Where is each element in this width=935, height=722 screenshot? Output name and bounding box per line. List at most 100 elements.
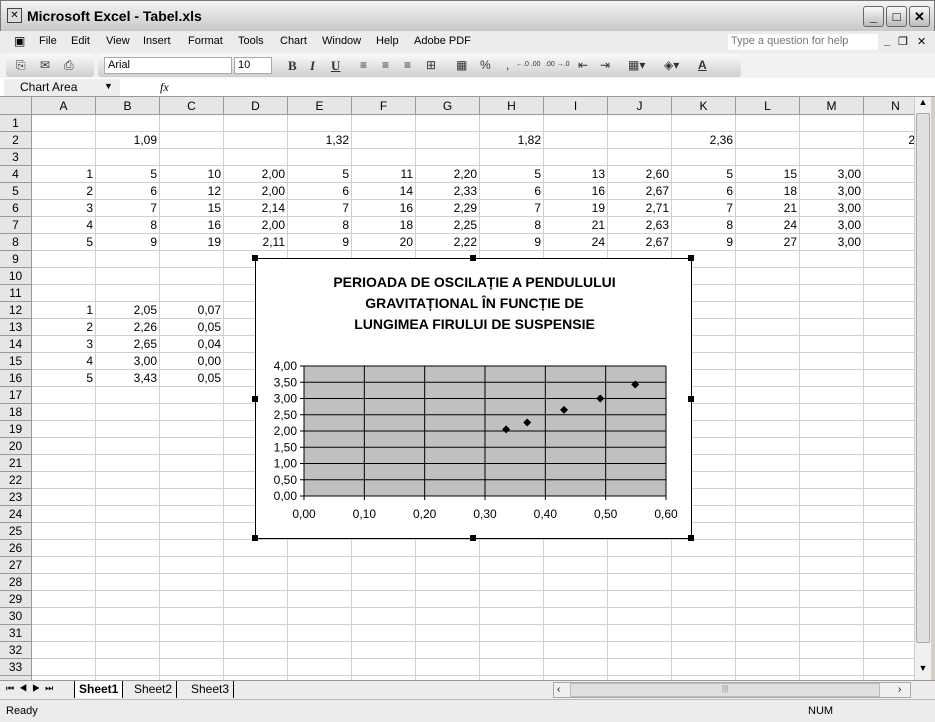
pdf-email-icon[interactable]: ✉ [40,58,50,72]
cell-B15[interactable]: 3,00 [96,353,160,370]
help-search-input[interactable]: Type a question for help [728,34,878,50]
select-all-corner[interactable] [0,97,32,115]
menu-window[interactable]: Window [322,35,361,47]
row-header[interactable]: 24 [0,506,32,523]
scroll-down-icon[interactable]: ▼ [916,663,930,679]
row-header[interactable]: 8 [0,234,32,251]
cell-H6[interactable]: 7 [480,200,544,217]
cell-F8[interactable]: 20 [352,234,416,251]
cell-D7[interactable]: 2,00 [224,217,288,234]
cell-L4[interactable]: 15 [736,166,800,183]
cell-A8[interactable]: 5 [32,234,96,251]
resize-handle[interactable] [688,396,694,402]
scroll-left-icon[interactable]: ‹ [557,684,560,695]
cell-J6[interactable]: 2,71 [608,200,672,217]
column-header[interactable]: N [864,97,914,115]
cell-E8[interactable]: 9 [288,234,352,251]
cell-C14[interactable]: 0,04 [160,336,224,353]
cell-C15[interactable]: 0,00 [160,353,224,370]
cell-C12[interactable]: 0,07 [160,302,224,319]
cell-G7[interactable]: 2,25 [416,217,480,234]
row-header[interactable]: 3 [0,149,32,166]
cell-F6[interactable]: 16 [352,200,416,217]
menu-help[interactable]: Help [376,35,399,47]
convert-to-pdf-icon[interactable]: ⎘ [16,58,26,73]
menu-format[interactable]: Format [188,35,223,47]
workbook-close-button[interactable]: ✕ [917,35,926,48]
name-box-dropdown-icon[interactable]: ▼ [104,81,113,91]
cell-J5[interactable]: 2,67 [608,183,672,200]
column-header[interactable]: J [608,97,672,115]
cell-B12[interactable]: 2,05 [96,302,160,319]
menu-edit[interactable]: Edit [71,35,90,47]
row-header[interactable]: 10 [0,268,32,285]
chart-area[interactable]: PERIOADA DE OSCILAȚIE A PENDULULUI GRAVI… [255,258,692,539]
row-header[interactable]: 28 [0,574,32,591]
row-header[interactable]: 14 [0,336,32,353]
menu-insert[interactable]: Insert [143,35,171,47]
row-header[interactable]: 6 [0,200,32,217]
cell-K8[interactable]: 9 [672,234,736,251]
cell-M7[interactable]: 3,00 [800,217,864,234]
row-header[interactable]: 29 [0,591,32,608]
align-center-icon[interactable]: ≡ [382,58,389,72]
column-header[interactable]: L [736,97,800,115]
column-header[interactable]: K [672,97,736,115]
cell-E4[interactable]: 5 [288,166,352,183]
cell-B5[interactable]: 6 [96,183,160,200]
cell-E2[interactable]: 1,32 [288,132,352,149]
cell-B13[interactable]: 2,26 [96,319,160,336]
row-header[interactable]: 11 [0,285,32,302]
cell-C5[interactable]: 12 [160,183,224,200]
cell-D8[interactable]: 2,11 [224,234,288,251]
column-header[interactable]: D [224,97,288,115]
cell-I4[interactable]: 13 [544,166,608,183]
fill-color-icon[interactable]: ◈▾ [664,58,679,72]
vertical-scrollbar[interactable]: ▲ ▼ [914,97,931,680]
row-header[interactable]: 4 [0,166,32,183]
sheet-navigation-arrows[interactable]: ⏮◀▶⏭ [6,683,58,694]
pdf-review-icon[interactable]: ⎙ [64,58,74,73]
borders-icon[interactable]: ▦▾ [628,58,645,72]
cell-A12[interactable]: 1 [32,302,96,319]
scroll-up-icon[interactable]: ▲ [916,97,930,113]
cell-G5[interactable]: 2,33 [416,183,480,200]
cell-K6[interactable]: 7 [672,200,736,217]
menu-tools[interactable]: Tools [238,35,264,47]
resize-handle[interactable] [470,255,476,261]
cell-E7[interactable]: 8 [288,217,352,234]
cell-C6[interactable]: 15 [160,200,224,217]
percent-button[interactable]: % [480,58,491,72]
minimize-button[interactable]: _ [863,6,884,27]
cell-K7[interactable]: 8 [672,217,736,234]
scatter-plot[interactable]: 0,00 0,50 1,00 1,50 2,00 2,50 3,00 3,50 4,00 0,00… [256,259,693,540]
tab-sheet3[interactable]: Sheet3 [187,681,235,698]
font-size-select[interactable]: 10 [234,57,272,74]
cell-C16[interactable]: 0,05 [160,370,224,387]
row-header[interactable]: 30 [0,608,32,625]
row-header[interactable]: 19 [0,421,32,438]
cell-H4[interactable]: 5 [480,166,544,183]
cell-H5[interactable]: 6 [480,183,544,200]
comma-button[interactable]: , [506,58,509,72]
vertical-scroll-thumb[interactable] [916,113,930,643]
resize-handle[interactable] [470,535,476,541]
row-header[interactable]: 33 [0,659,32,676]
row-header[interactable]: 27 [0,557,32,574]
maximize-button[interactable]: □ [886,6,907,27]
bold-button[interactable]: B [288,58,297,74]
cell-F7[interactable]: 18 [352,217,416,234]
row-header[interactable]: 5 [0,183,32,200]
cell-J4[interactable]: 2,60 [608,166,672,183]
column-header[interactable]: B [96,97,160,115]
cell-K4[interactable]: 5 [672,166,736,183]
row-header[interactable]: 22 [0,472,32,489]
resize-handle[interactable] [252,396,258,402]
cell-J8[interactable]: 2,67 [608,234,672,251]
cell-K2[interactable]: 2,36 [672,132,736,149]
workbook-icon[interactable]: ▣ [14,34,25,48]
cell-G8[interactable]: 2,22 [416,234,480,251]
increase-decimal-button[interactable]: ←.0 .00 [516,61,541,68]
cell-H8[interactable]: 9 [480,234,544,251]
cell-M8[interactable]: 3,00 [800,234,864,251]
